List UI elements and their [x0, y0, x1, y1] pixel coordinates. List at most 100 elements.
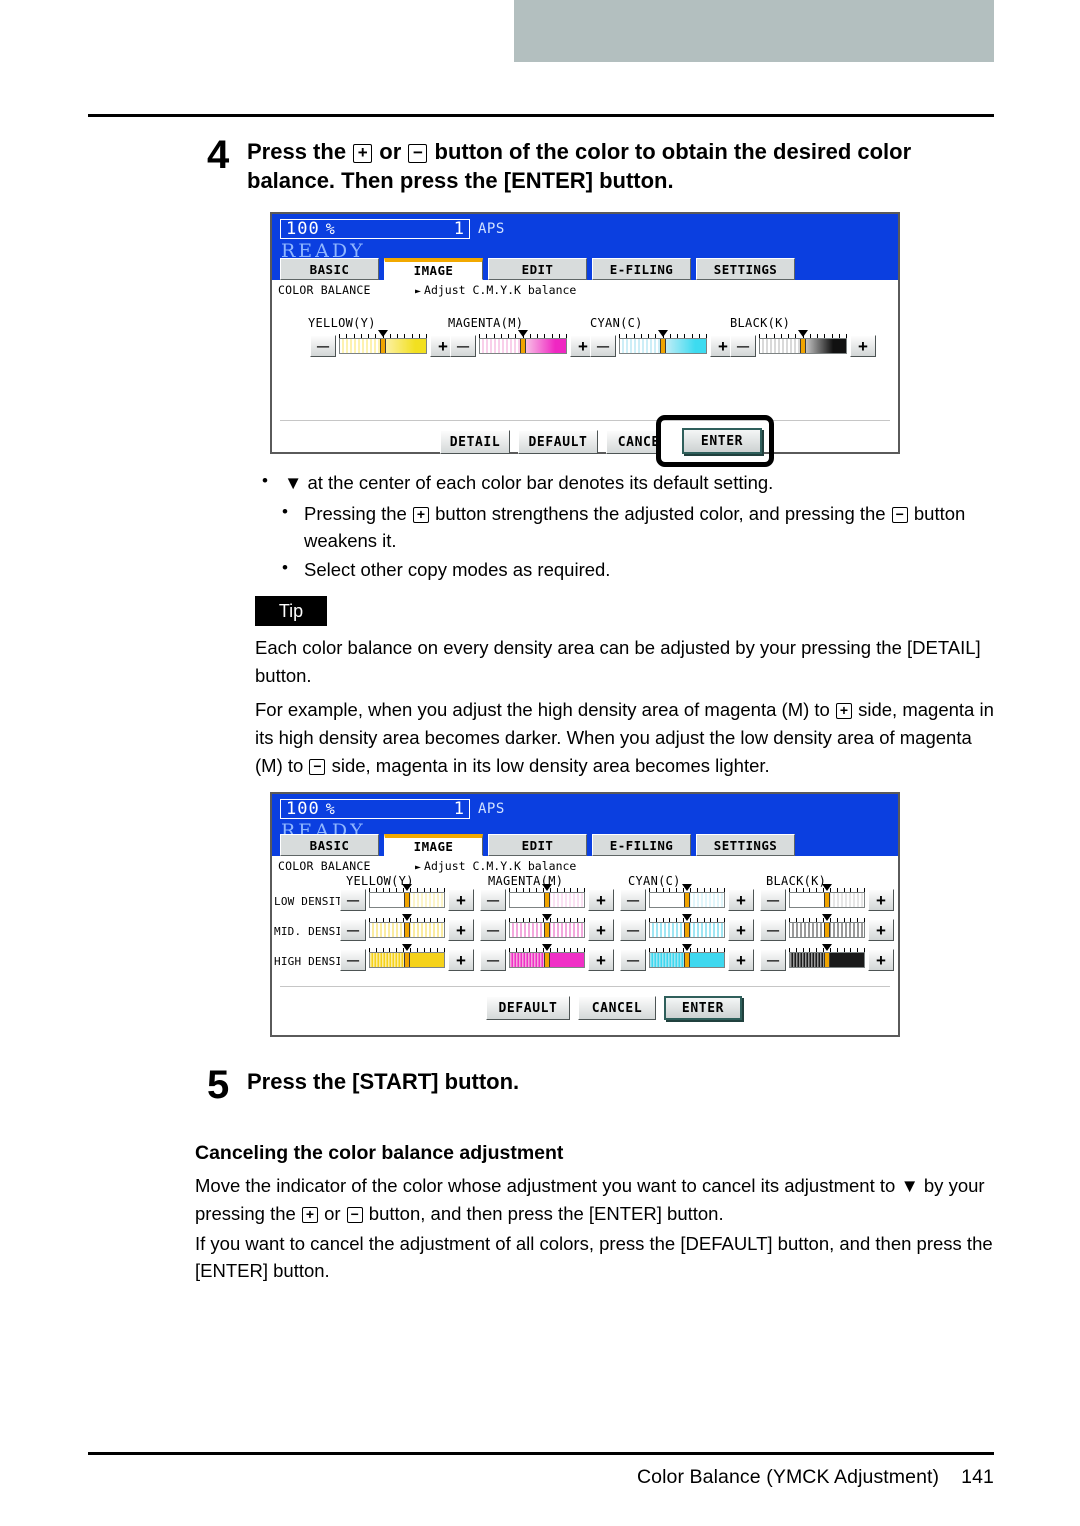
lcd1-tab-basic[interactable]: BASIC: [280, 258, 379, 280]
lcd2-slider-cyan-middensity[interactable]: ─ +: [620, 914, 754, 941]
lcd1-slider-cyan[interactable]: ─ +: [590, 330, 736, 357]
lcd2-minus-button[interactable]: ─: [480, 889, 506, 911]
lcd1-tab-image[interactable]: IMAGE: [384, 258, 483, 280]
lcd2-color-bar[interactable]: [789, 952, 865, 968]
lcd2-color-bar[interactable]: [369, 952, 445, 968]
lcd2-minus-button[interactable]: ─: [760, 919, 786, 941]
lcd2-slider-magenta-highdensity[interactable]: ─ +: [480, 944, 614, 971]
lcd2-minus-button[interactable]: ─: [340, 889, 366, 911]
lcd2-slider-yellow-highdensity[interactable]: ─ +: [340, 944, 474, 971]
lcd2-color-bar[interactable]: [369, 892, 445, 908]
lcd2-minus-button[interactable]: ─: [340, 949, 366, 971]
lcd1-black-indicator[interactable]: [800, 339, 806, 353]
lcd1-detail-button[interactable]: DETAIL: [440, 430, 510, 454]
lcd2-indicator[interactable]: [404, 953, 410, 967]
plus-key-icon: +: [301, 1206, 318, 1223]
lcd2-color-bar[interactable]: [649, 922, 725, 938]
lcd2-tab-basic[interactable]: BASIC: [280, 834, 379, 856]
lcd2-enter-button[interactable]: ENTER: [664, 996, 742, 1020]
lcd1-cyan-minus-button[interactable]: ─: [590, 335, 616, 357]
lcd2-color-bar[interactable]: [509, 922, 585, 938]
lcd2-default-button[interactable]: DEFAULT: [486, 996, 570, 1020]
lcd2-plus-button[interactable]: +: [728, 889, 754, 911]
lcd2-plus-button[interactable]: +: [868, 919, 894, 941]
lcd1-yellow-minus-button[interactable]: ─: [310, 335, 336, 357]
lcd1-magenta-minus-button[interactable]: ─: [450, 335, 476, 357]
lcd2-color-bar[interactable]: [649, 952, 725, 968]
lcd2-minus-button[interactable]: ─: [620, 949, 646, 971]
lcd1-default-button[interactable]: DEFAULT: [518, 430, 598, 454]
lcd1-enter-button[interactable]: ENTER: [682, 428, 762, 454]
lcd2-plus-button[interactable]: +: [588, 949, 614, 971]
lcd1-black-minus-button[interactable]: ─: [730, 335, 756, 357]
lcd2-slider-black-middensity[interactable]: ─ +: [760, 914, 894, 941]
lcd2-minus-button[interactable]: ─: [340, 919, 366, 941]
lcd1-slider-black[interactable]: ─ +: [730, 330, 876, 357]
lcd2-minus-button[interactable]: ─: [620, 889, 646, 911]
lcd2-indicator[interactable]: [824, 923, 830, 937]
lcd2-fill-right: [687, 923, 724, 937]
lcd1-tab-e-filing[interactable]: E-FILING: [592, 258, 691, 280]
lcd1-slider-yellow[interactable]: ─ +: [310, 330, 456, 357]
lcd1-slider-magenta[interactable]: ─ +: [450, 330, 596, 357]
lcd2-indicator[interactable]: [404, 923, 410, 937]
lcd1-cyan-indicator[interactable]: [660, 339, 666, 353]
lcd1-yellow-bar[interactable]: [339, 338, 427, 354]
lcd2-plus-button[interactable]: +: [448, 889, 474, 911]
lcd2-tab-e-filing[interactable]: E-FILING: [592, 834, 691, 856]
lcd2-plus-button[interactable]: +: [728, 949, 754, 971]
lcd2-plus-button[interactable]: +: [588, 919, 614, 941]
lcd2-plus-button[interactable]: +: [868, 949, 894, 971]
lcd2-slider-yellow-middensity[interactable]: ─ +: [340, 914, 474, 941]
lcd2-plus-button[interactable]: +: [728, 919, 754, 941]
lcd2-tab-image[interactable]: IMAGE: [384, 834, 483, 856]
lcd2-indicator[interactable]: [404, 893, 410, 907]
lcd2-indicator[interactable]: [684, 893, 690, 907]
lcd1-black-bar[interactable]: [759, 338, 847, 354]
lcd1-tab-settings[interactable]: SETTINGS: [696, 258, 795, 280]
lcd2-plus-button[interactable]: +: [588, 889, 614, 911]
note-marker-glyph: ▼: [284, 472, 303, 493]
lcd2-tab-settings[interactable]: SETTINGS: [696, 834, 795, 856]
lcd2-slider-cyan-lowdensity[interactable]: ─ +: [620, 884, 754, 911]
lcd2-slider-magenta-middensity[interactable]: ─ +: [480, 914, 614, 941]
lcd2-slider-yellow-lowdensity[interactable]: ─ +: [340, 884, 474, 911]
lcd1-black-plus-button[interactable]: +: [850, 335, 876, 357]
lcd2-color-bar[interactable]: [509, 892, 585, 908]
lcd2-slider-black-highdensity[interactable]: ─ +: [760, 944, 894, 971]
lcd2-tab-edit[interactable]: EDIT: [488, 834, 587, 856]
lcd1-black-fill-right: [803, 339, 846, 353]
lcd2-minus-button[interactable]: ─: [480, 919, 506, 941]
note-item-copy-modes: Select other copy modes as required.: [278, 556, 998, 584]
lcd2-minus-button[interactable]: ─: [760, 949, 786, 971]
lcd2-slider-cyan-highdensity[interactable]: ─ +: [620, 944, 754, 971]
lcd2-color-bar[interactable]: [789, 922, 865, 938]
lcd2-color-bar[interactable]: [509, 952, 585, 968]
lcd2-indicator[interactable]: [684, 953, 690, 967]
lcd2-cancel-button[interactable]: CANCEL: [578, 996, 656, 1020]
lcd2-slider-black-lowdensity[interactable]: ─ +: [760, 884, 894, 911]
lcd2-plus-button[interactable]: +: [448, 949, 474, 971]
lcd2-indicator[interactable]: [544, 953, 550, 967]
lcd2-slider-magenta-lowdensity[interactable]: ─ +: [480, 884, 614, 911]
lcd2-indicator[interactable]: [544, 893, 550, 907]
lcd2-indicator[interactable]: [684, 923, 690, 937]
lcd1-magenta-indicator[interactable]: [520, 339, 526, 353]
lcd2-plus-button[interactable]: +: [868, 889, 894, 911]
lcd2-indicator[interactable]: [544, 923, 550, 937]
lcd2-minus-button[interactable]: ─: [480, 949, 506, 971]
lcd2-plus-button[interactable]: +: [448, 919, 474, 941]
lcd2-color-bar[interactable]: [369, 922, 445, 938]
lcd2-minus-button[interactable]: ─: [760, 889, 786, 911]
lcd1-yellow-indicator[interactable]: [380, 339, 386, 353]
lcd1-tab-edit[interactable]: EDIT: [488, 258, 587, 280]
lcd2-minus-button[interactable]: ─: [620, 919, 646, 941]
tip-badge: Tip: [255, 596, 327, 626]
lcd2-indicator[interactable]: [824, 953, 830, 967]
caret-right-icon: ►: [415, 862, 422, 873]
lcd2-indicator[interactable]: [824, 893, 830, 907]
lcd1-cyan-bar[interactable]: [619, 338, 707, 354]
lcd1-magenta-bar[interactable]: [479, 338, 567, 354]
lcd2-color-bar[interactable]: [789, 892, 865, 908]
lcd2-color-bar[interactable]: [649, 892, 725, 908]
